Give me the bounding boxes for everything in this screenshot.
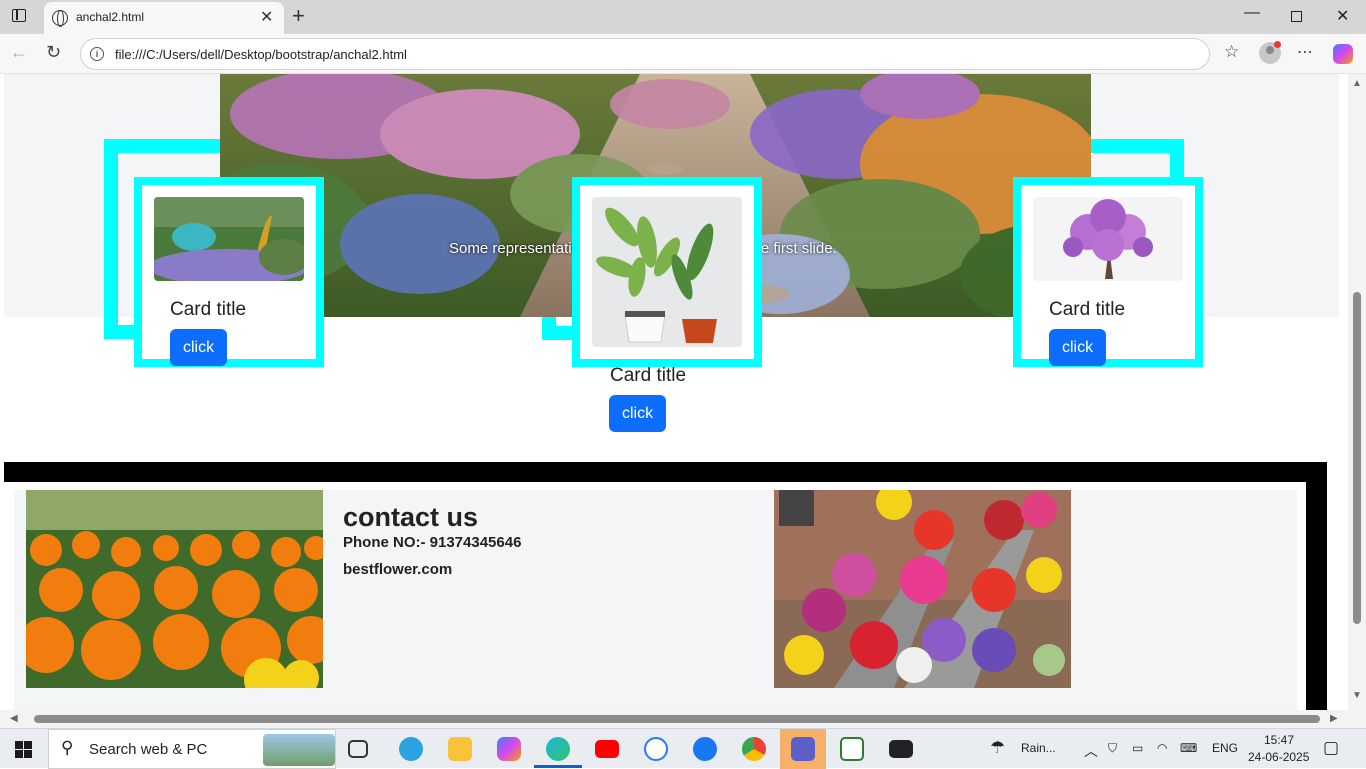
card-2-button[interactable]: click xyxy=(609,395,667,432)
page-viewport: Some representative placeholder content … xyxy=(0,74,1366,728)
facebook-icon[interactable] xyxy=(693,737,717,761)
telegram-icon[interactable] xyxy=(399,737,423,761)
card-3-image xyxy=(1033,197,1183,281)
card-1 xyxy=(134,177,324,367)
search-icon: ⚲ xyxy=(61,738,74,757)
navigation-bar: ← ↻ i file:///C:/Users/dell/Desktop/boot… xyxy=(0,34,1366,74)
weather-icon: ☂ xyxy=(990,738,1006,757)
search-placeholder: Search web & PC xyxy=(89,741,208,758)
address-bar[interactable]: i file:///C:/Users/dell/Desktop/bootstra… xyxy=(80,38,1210,70)
chrome-icon[interactable] xyxy=(742,737,766,761)
close-tab-icon[interactable]: ✕ xyxy=(260,7,273,27)
edge-icon[interactable] xyxy=(546,737,570,761)
globe-icon xyxy=(52,10,68,27)
card-1-button[interactable]: click xyxy=(170,329,228,366)
keyboard-icon[interactable]: ⌨ xyxy=(1180,741,1197,755)
security-icon[interactable]: ⛉ xyxy=(1108,741,1117,756)
battery-icon[interactable]: ▭ xyxy=(1132,741,1143,755)
language-indicator[interactable]: ENG xyxy=(1212,741,1238,755)
card-2-image xyxy=(592,197,742,347)
card-3 xyxy=(1013,177,1203,367)
minimize-icon[interactable]: — xyxy=(1244,4,1260,22)
windows-start-icon[interactable] xyxy=(15,741,32,758)
clock-date[interactable]: 24-06-2025 xyxy=(1248,750,1309,764)
search-highlight-icon xyxy=(263,734,335,766)
card-2-title: Card title xyxy=(610,365,687,386)
card-1-image xyxy=(154,197,304,281)
scroll-down-icon[interactable]: ▼ xyxy=(1352,690,1362,701)
flower-stairs-image xyxy=(774,490,1071,688)
copilot-taskbar-icon[interactable] xyxy=(497,737,521,761)
contact-heading: contact us xyxy=(343,502,479,532)
sidebar-toggle-icon[interactable] xyxy=(12,9,26,22)
spreadsheet-icon[interactable] xyxy=(840,737,864,761)
teams-icon[interactable] xyxy=(791,737,815,761)
new-tab-icon[interactable]: + xyxy=(292,3,305,29)
marigold-image xyxy=(26,490,323,688)
file-explorer-icon[interactable] xyxy=(448,737,472,761)
reload-icon[interactable]: ↻ xyxy=(46,42,61,63)
phone-number: Phone NO:- 91374345646 xyxy=(343,534,522,551)
website-text: bestflower.com xyxy=(343,561,453,578)
vertical-scroll-thumb[interactable] xyxy=(1353,292,1361,624)
profile-avatar[interactable] xyxy=(1259,41,1281,64)
wifi-icon[interactable]: ◠ xyxy=(1157,741,1167,755)
back-icon[interactable]: ← xyxy=(10,42,28,63)
copilot-icon[interactable] xyxy=(1333,44,1353,64)
favorites-icon[interactable]: ☆ xyxy=(1224,42,1239,62)
tab-title: anchal2.html xyxy=(76,10,145,24)
card-3-title: Card title xyxy=(1049,299,1126,320)
more-menu-icon[interactable]: ⋯ xyxy=(1297,42,1313,62)
youtube-icon[interactable] xyxy=(595,740,619,758)
url-text[interactable]: file:///C:/Users/dell/Desktop/bootstrap/… xyxy=(115,47,407,62)
card-1-title: Card title xyxy=(170,299,247,320)
card-2 xyxy=(572,177,762,367)
weather-text[interactable]: Rain... xyxy=(1021,741,1056,755)
clock-time[interactable]: 15:47 xyxy=(1264,733,1294,747)
app-store-icon[interactable] xyxy=(644,737,668,761)
card-3-button[interactable]: click xyxy=(1049,329,1107,366)
close-window-icon[interactable]: ✕ xyxy=(1336,6,1349,26)
restore-icon[interactable] xyxy=(1291,11,1302,22)
tray-chevron-icon[interactable]: ︿ xyxy=(1084,741,1098,761)
horizontal-scrollbar[interactable]: ◀ ▶ xyxy=(0,710,1348,728)
scroll-left-icon[interactable]: ◀ xyxy=(10,713,18,724)
tab-bar: anchal2.html ✕ + — ✕ xyxy=(0,0,1366,34)
browser-tab[interactable]: anchal2.html ✕ xyxy=(44,2,284,34)
taskbar: ⚲ Search web & PC ☂ Rain... ︿ ⛉ ▭ ◠ ⌨ EN… xyxy=(0,728,1366,769)
vertical-scrollbar[interactable]: ▲ ▼ xyxy=(1348,74,1366,728)
task-view-icon[interactable] xyxy=(348,740,368,758)
info-icon[interactable]: i xyxy=(90,47,104,61)
horizontal-scroll-thumb[interactable] xyxy=(34,715,1320,723)
scroll-up-icon[interactable]: ▲ xyxy=(1352,78,1362,89)
taskbar-search[interactable]: ⚲ Search web & PC xyxy=(48,729,336,769)
terminal-icon[interactable] xyxy=(889,740,913,758)
scroll-right-icon[interactable]: ▶ xyxy=(1330,713,1338,724)
notification-icon[interactable]: ▢ xyxy=(1323,738,1339,758)
